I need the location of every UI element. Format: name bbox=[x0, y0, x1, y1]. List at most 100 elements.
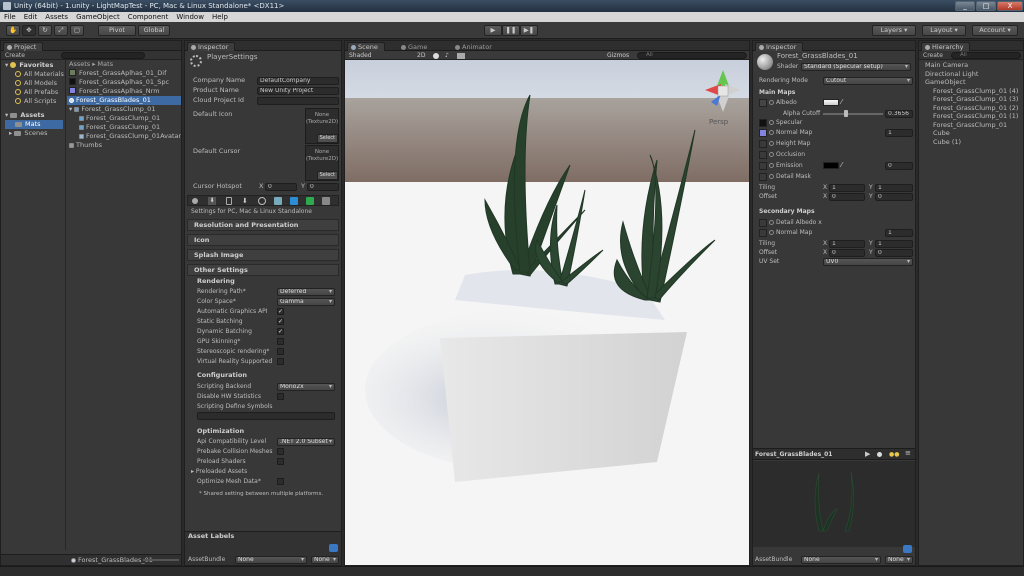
file-item[interactable]: Forest_GrassClump_01 bbox=[79, 114, 160, 123]
albedo-color-swatch[interactable] bbox=[823, 99, 839, 106]
tab-scene[interactable]: Scene bbox=[347, 42, 385, 51]
normal-strength-field[interactable]: 1 bbox=[885, 129, 913, 137]
emission-slot[interactable] bbox=[759, 162, 767, 170]
global-toggle[interactable]: Global bbox=[138, 25, 170, 36]
windows-platform-icon[interactable] bbox=[290, 197, 298, 205]
alpha-cutoff-slider-handle[interactable] bbox=[844, 110, 848, 117]
emission-color-swatch[interactable] bbox=[823, 162, 839, 169]
albedo-texture-slot[interactable] bbox=[759, 99, 767, 107]
menu-gameobject[interactable]: GameObject bbox=[72, 12, 124, 22]
define-symbols-field[interactable] bbox=[197, 412, 335, 420]
default-cursor-slot[interactable]: None (Texture2D) Select bbox=[305, 145, 339, 181]
favorite-item[interactable]: All Prefabs bbox=[15, 88, 58, 97]
detail-mask-slot[interactable] bbox=[759, 173, 767, 181]
close-button[interactable]: X bbox=[997, 1, 1023, 11]
emission-field[interactable]: 0 bbox=[885, 162, 913, 170]
shading-mode-dropdown[interactable]: Shaded bbox=[349, 51, 372, 60]
eyedropper-icon[interactable]: ⁄ bbox=[841, 98, 842, 106]
gizmos-dropdown[interactable]: Gizmos bbox=[607, 51, 629, 60]
scene-viewport[interactable]: Persp bbox=[345, 60, 750, 565]
favorites-header[interactable]: ▾ Favorites bbox=[5, 61, 53, 70]
webgl-platform-icon[interactable] bbox=[258, 197, 266, 205]
default-icon-slot[interactable]: None (Texture2D) Select bbox=[305, 108, 339, 144]
normal-map-slot[interactable] bbox=[759, 129, 767, 137]
auto-graphics-checkbox[interactable]: ✓ bbox=[277, 308, 284, 315]
vr-checkbox[interactable] bbox=[277, 358, 284, 365]
offset-y-field[interactable]: 0 bbox=[875, 193, 913, 201]
download-platform-icon[interactable]: ⬇ bbox=[208, 197, 216, 205]
label-tag-icon[interactable] bbox=[903, 545, 912, 553]
dynamic-batching-checkbox[interactable]: ✓ bbox=[277, 328, 284, 335]
minimize-button[interactable]: _ bbox=[955, 1, 975, 11]
sec-offset-y-field[interactable]: 0 bbox=[875, 249, 913, 257]
preload-shaders-checkbox[interactable] bbox=[277, 458, 284, 465]
preview-menu-icon[interactable]: ≡ bbox=[905, 449, 911, 457]
favorite-item[interactable]: All Models bbox=[15, 79, 57, 88]
preview-sphere-icon[interactable] bbox=[877, 452, 882, 457]
variant-dropdown[interactable]: None bbox=[311, 556, 339, 564]
api-level-dropdown[interactable]: .NET 2.0 Subset bbox=[277, 438, 335, 446]
console-platform-icon[interactable] bbox=[322, 197, 330, 205]
specular-texture-slot[interactable] bbox=[759, 119, 767, 127]
menu-component[interactable]: Component bbox=[124, 12, 173, 22]
scene-view-panel[interactable]: Scene Game Animator Shaded 2D ♪ Gizmos A… bbox=[344, 40, 750, 566]
alpha-cutoff-slider[interactable] bbox=[823, 113, 883, 115]
cloud-field[interactable] bbox=[257, 97, 339, 105]
file-item[interactable]: Forest_GrassAplhas_01_Spc bbox=[69, 78, 169, 87]
file-item-selected[interactable]: Forest_GrassBlades_01 bbox=[67, 96, 181, 105]
color-space-dropdown[interactable]: Gamma bbox=[277, 298, 335, 306]
play-button[interactable]: ▶ bbox=[484, 25, 502, 36]
folder-scenes[interactable]: ▸ Scenes bbox=[9, 129, 48, 138]
file-item[interactable]: Forest_GrassAplhas_Nrm bbox=[69, 87, 160, 96]
mesh-data-checkbox[interactable] bbox=[277, 478, 284, 485]
tab-animator[interactable]: Animator bbox=[451, 42, 499, 51]
mode-2d-toggle[interactable]: 2D bbox=[417, 51, 425, 60]
mat-variant-dropdown[interactable]: None bbox=[885, 556, 913, 564]
tab-hierarchy[interactable]: Hierarchy bbox=[921, 42, 971, 51]
sec-tiling-x-field[interactable]: 1 bbox=[829, 240, 865, 248]
favorite-item[interactable]: All Materials bbox=[15, 70, 64, 79]
tab-inspector[interactable]: Inspector bbox=[755, 42, 804, 51]
hand-tool-icon[interactable]: ✋ bbox=[6, 25, 20, 36]
tab-game[interactable]: Game bbox=[397, 42, 434, 51]
product-field[interactable]: New Unity Project bbox=[257, 87, 339, 95]
hierarchy-item[interactable]: Cube (1) bbox=[933, 138, 961, 147]
menu-file[interactable]: File bbox=[0, 12, 20, 22]
hierarchy-search-input[interactable]: All bbox=[951, 52, 1021, 59]
label-tag-icon[interactable] bbox=[329, 544, 338, 552]
scene-search-input[interactable]: All bbox=[637, 52, 747, 59]
file-item[interactable]: Forest_GrassAplhas_01_Dif bbox=[69, 69, 166, 78]
tiling-y-field[interactable]: 1 bbox=[875, 184, 913, 192]
folder-mats[interactable]: Mats bbox=[5, 120, 63, 129]
rendering-path-dropdown[interactable]: Deferred bbox=[277, 288, 335, 296]
offset-x-field[interactable]: 0 bbox=[829, 193, 865, 201]
file-item[interactable]: Thumbs bbox=[69, 141, 102, 150]
maximize-button[interactable]: □ bbox=[976, 1, 996, 11]
rotate-tool-icon[interactable]: ↻ bbox=[38, 25, 52, 36]
file-item[interactable]: ▾ Forest_GrassClump_01 bbox=[69, 105, 155, 114]
menu-help[interactable]: Help bbox=[208, 12, 232, 22]
rect-tool-icon[interactable]: ▢ bbox=[70, 25, 84, 36]
audio-toggle-icon[interactable]: ♪ bbox=[445, 51, 449, 60]
section-other-settings[interactable]: Other Settings bbox=[187, 264, 339, 276]
account-dropdown[interactable]: Account ▾ bbox=[972, 25, 1018, 36]
sec-tiling-y-field[interactable]: 1 bbox=[875, 240, 913, 248]
persp-label[interactable]: Persp bbox=[709, 118, 729, 126]
preloaded-assets-foldout[interactable]: ▸ Preloaded Assets bbox=[191, 467, 247, 476]
tab-project[interactable]: Project bbox=[3, 42, 44, 51]
select-button[interactable]: Select bbox=[316, 171, 338, 180]
pivot-toggle[interactable]: Pivot bbox=[98, 25, 136, 36]
static-batching-checkbox[interactable]: ✓ bbox=[277, 318, 284, 325]
file-item[interactable]: Forest_GrassClump_01 bbox=[79, 123, 160, 132]
layout-dropdown[interactable]: Layout ▾ bbox=[922, 25, 966, 36]
project-create-button[interactable]: Create bbox=[5, 51, 25, 60]
project-breadcrumb[interactable]: Assets ▸ Mats bbox=[69, 60, 113, 69]
tab-inspector[interactable]: Inspector bbox=[187, 42, 236, 51]
prebake-checkbox[interactable] bbox=[277, 448, 284, 455]
menu-window[interactable]: Window bbox=[172, 12, 208, 22]
section-resolution[interactable]: Resolution and Presentation bbox=[187, 219, 339, 231]
icon-size-slider[interactable] bbox=[143, 559, 179, 561]
gpu-skinning-checkbox[interactable] bbox=[277, 338, 284, 345]
detail-albedo-slot[interactable] bbox=[759, 219, 767, 227]
uv-set-dropdown[interactable]: UV0 bbox=[823, 258, 913, 266]
